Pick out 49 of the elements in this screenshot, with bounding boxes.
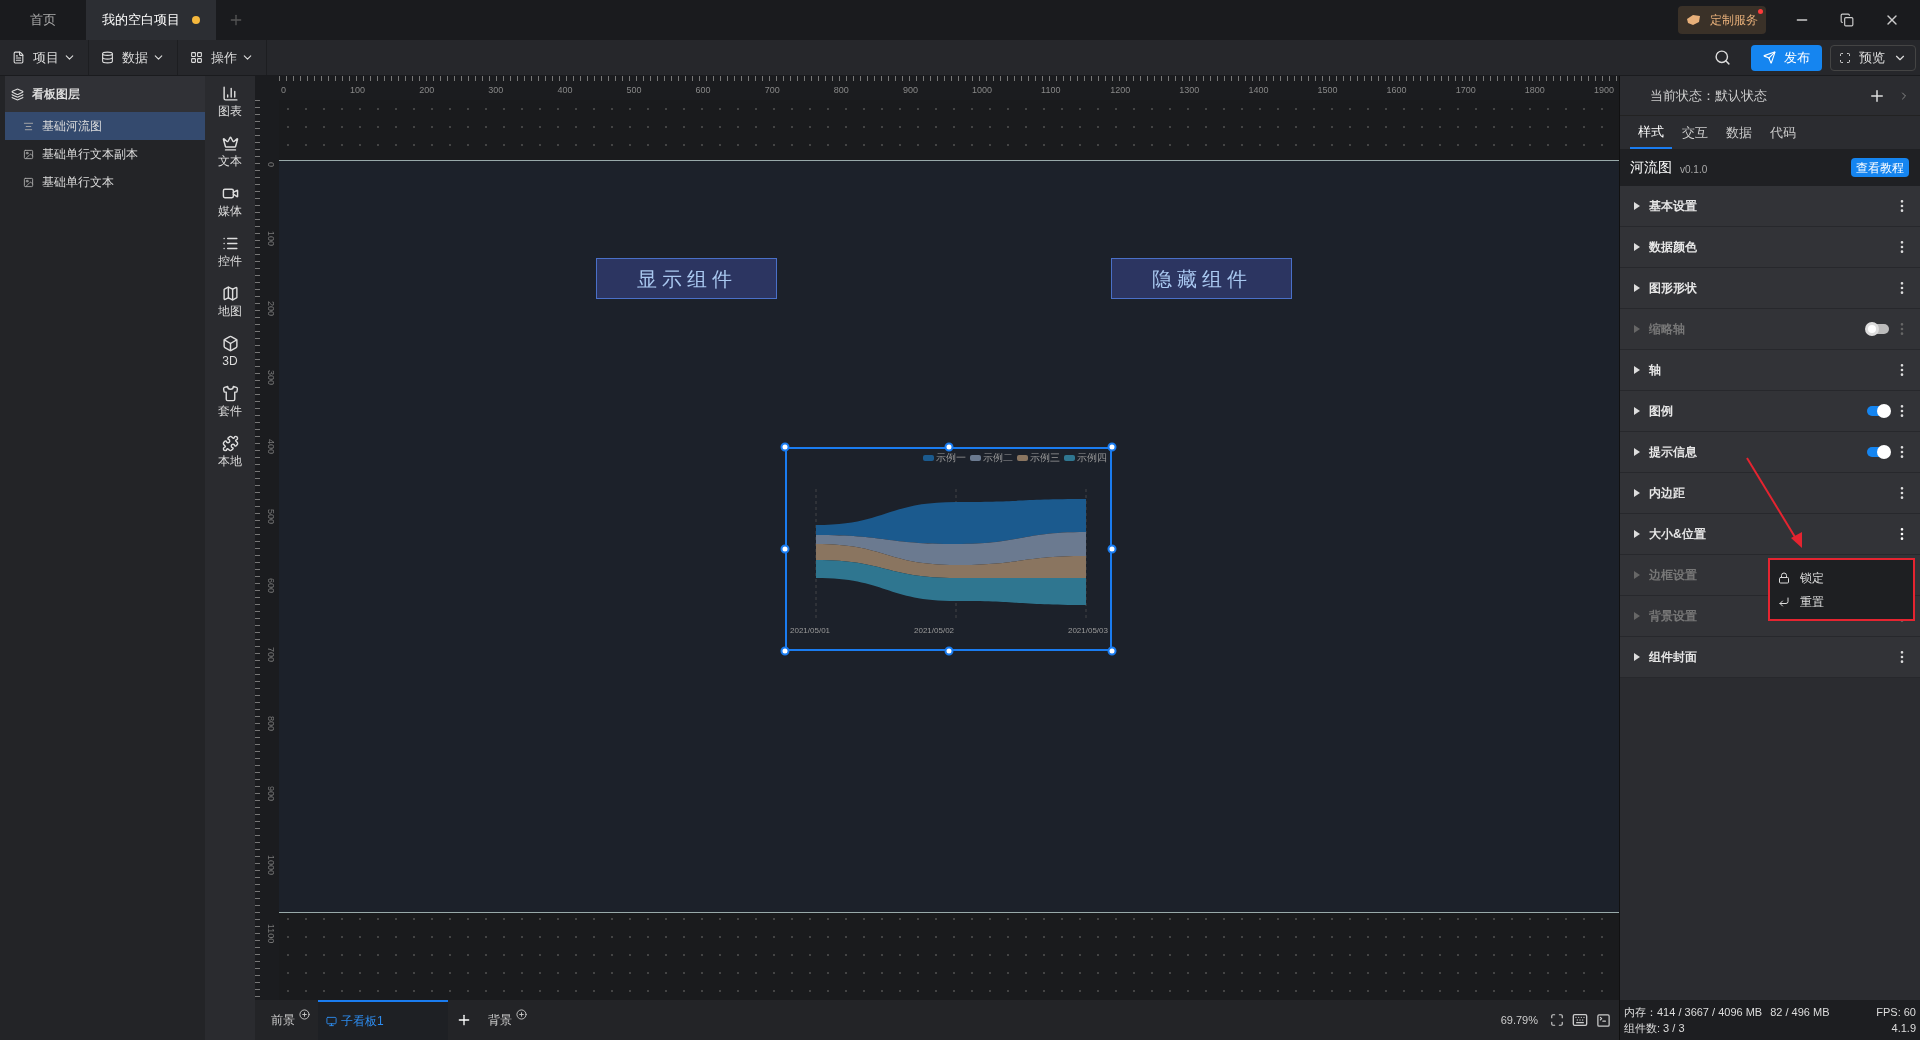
ruler-label: 1800 bbox=[1524, 84, 1545, 97]
ruler-label: 1200 bbox=[1110, 84, 1131, 97]
layers-header: 看板图层 bbox=[5, 76, 205, 112]
ruler-label: 1100 bbox=[264, 924, 277, 944]
ruler-label: 500 bbox=[626, 84, 642, 97]
legend-item: 示例四 bbox=[1064, 450, 1107, 465]
ruler-label: 200 bbox=[264, 300, 277, 316]
legend-item: 示例三 bbox=[1017, 450, 1060, 465]
ruler-label: 100 bbox=[350, 84, 366, 97]
zoom-level: 69.79% bbox=[1500, 1012, 1538, 1028]
ruler-label: 400 bbox=[264, 439, 277, 455]
ruler-label: 900 bbox=[902, 84, 918, 97]
state-label: 当前状态：默认状态 bbox=[1650, 86, 1767, 105]
ruler-label: 600 bbox=[264, 577, 277, 593]
ruler-label: 1300 bbox=[1179, 84, 1200, 97]
ruler-label: 800 bbox=[833, 84, 849, 97]
legend-item: 示例一 bbox=[923, 450, 966, 465]
ruler-label: 500 bbox=[264, 508, 277, 524]
ruler-label: 300 bbox=[264, 369, 277, 385]
ruler-label: 1600 bbox=[1386, 84, 1407, 97]
ruler-label: 400 bbox=[557, 84, 573, 97]
ruler-label: 1000 bbox=[972, 84, 993, 97]
ruler-label: 300 bbox=[488, 84, 504, 97]
axis-label: 2021/05/03 bbox=[1067, 625, 1108, 637]
ruler-label: 900 bbox=[264, 785, 277, 801]
component-version: v0.1.0 bbox=[1680, 163, 1708, 177]
ruler-label: 100 bbox=[264, 231, 277, 247]
axis-label: 2021/05/02 bbox=[914, 625, 955, 637]
ruler-label: 700 bbox=[264, 647, 277, 663]
ruler-label: 1400 bbox=[1248, 84, 1269, 97]
ruler-label: 0 bbox=[281, 84, 286, 97]
ruler-label: 600 bbox=[695, 84, 711, 97]
ruler-label: 1700 bbox=[1455, 84, 1476, 97]
fps-counter: FPS: 60 bbox=[1876, 1004, 1916, 1020]
ruler-label: 1900 bbox=[1593, 84, 1614, 97]
ruler-label: 200 bbox=[419, 84, 435, 97]
ruler-label: 700 bbox=[764, 84, 780, 97]
ruler-label: 1100 bbox=[1041, 84, 1061, 97]
ruler-label: 1500 bbox=[1317, 84, 1338, 97]
legend-item: 示例二 bbox=[970, 450, 1013, 465]
app-version: 4.1.9 bbox=[1891, 1021, 1916, 1036]
ruler-label: 800 bbox=[264, 716, 277, 732]
component-count: 组件数: 3 / 3 bbox=[1624, 1021, 1685, 1036]
axis-label: 2021/05/01 bbox=[790, 625, 831, 637]
memory-usage: 内存：414 / 3667 / 4096 MB bbox=[1624, 1004, 1763, 1020]
component-title: 河流图 bbox=[1630, 158, 1672, 177]
gpu-memory: 82 / 496 MB bbox=[1770, 1004, 1830, 1020]
ruler-label: 1000 bbox=[264, 855, 277, 876]
ruler-label: 0 bbox=[264, 162, 277, 167]
